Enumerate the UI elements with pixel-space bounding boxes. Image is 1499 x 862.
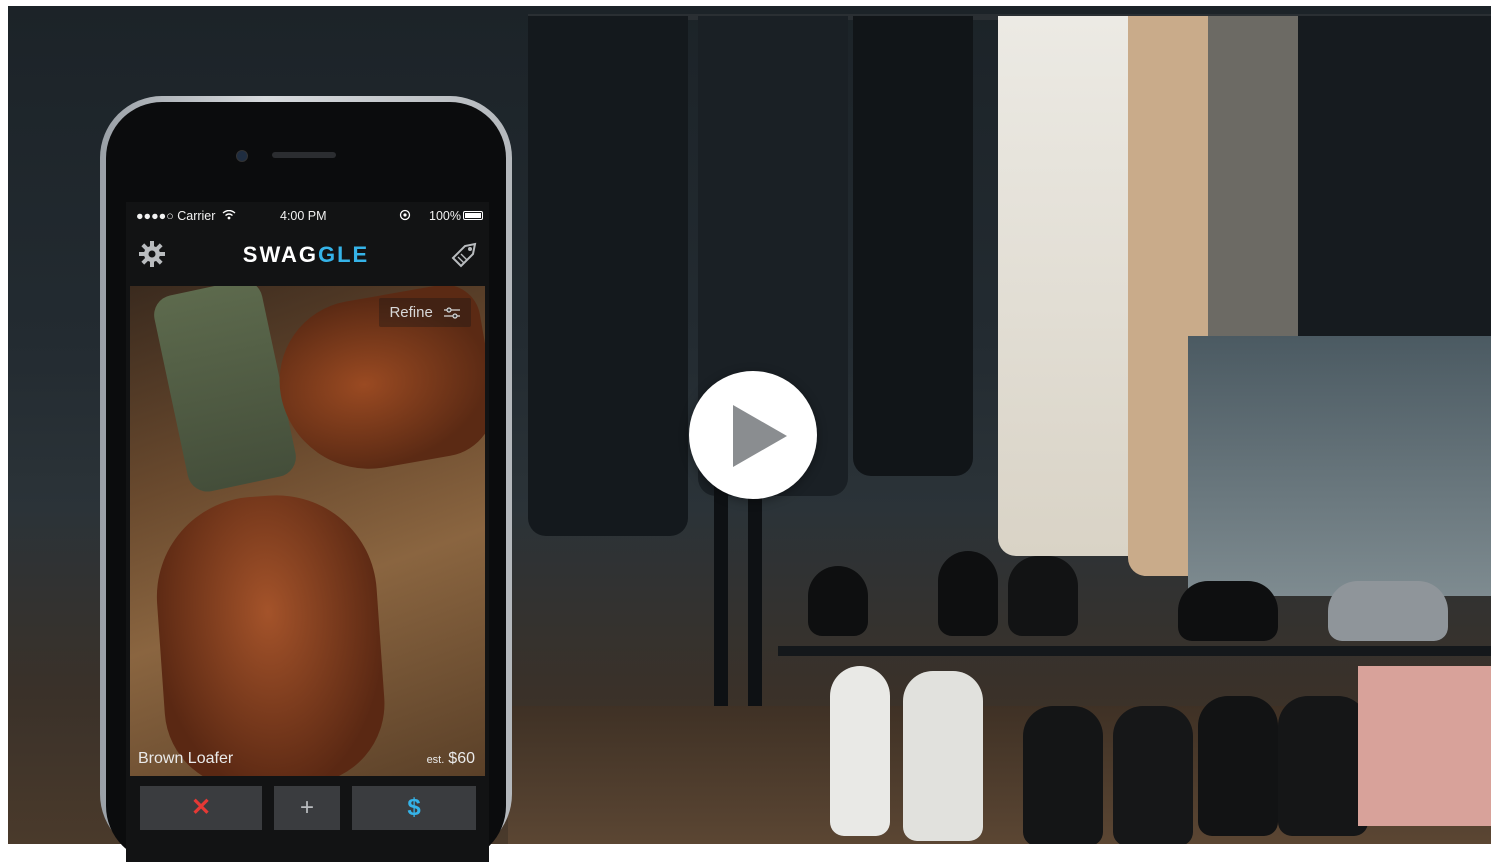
rotation-lock-icon <box>399 209 411 221</box>
action-bar: ✕ + $ <box>140 786 476 830</box>
price-value: $60 <box>448 750 475 767</box>
shoe-black-4 <box>1178 581 1278 641</box>
product-photo[interactable]: Refine Brown Loafer est. $60 <box>130 286 485 776</box>
status-time: 4:00 PM <box>280 209 327 223</box>
wifi-icon <box>222 210 236 220</box>
play-video-button[interactable] <box>689 371 817 499</box>
shoe-black-2 <box>938 551 998 636</box>
refine-label: Refine <box>389 304 433 321</box>
shoe-grey <box>1328 581 1448 641</box>
phone-bezel: ●●●●○ Carrier 4:00 PM 100% SWAGGLE Refin… <box>106 102 506 862</box>
price-prefix: est. <box>426 754 445 766</box>
photo-loafer-front <box>150 488 390 776</box>
sneaker-white-1 <box>830 666 890 836</box>
earpiece-speaker <box>272 152 336 158</box>
status-carrier: ●●●●○ Carrier <box>136 209 216 223</box>
closet-wall <box>1188 336 1491 596</box>
garment-dark-1 <box>528 16 688 536</box>
phone-mockup: ●●●●○ Carrier 4:00 PM 100% SWAGGLE Refin… <box>100 96 512 862</box>
sneaker-black-3 <box>1198 696 1278 836</box>
garment-dark-4 <box>1298 16 1491 386</box>
status-bar: ●●●●○ Carrier 4:00 PM 100% <box>126 202 489 228</box>
front-camera <box>236 150 248 162</box>
sliders-icon <box>444 307 460 319</box>
sneaker-black-2 <box>1113 706 1193 844</box>
add-button[interactable]: + <box>274 786 340 830</box>
shoe-black-1 <box>808 566 868 636</box>
gear-icon[interactable] <box>138 240 166 268</box>
play-icon <box>733 405 787 467</box>
buy-button[interactable]: $ <box>352 786 476 830</box>
refine-button[interactable]: Refine <box>379 298 471 327</box>
shoe-shelf <box>778 646 1491 656</box>
product-price: est. $60 <box>427 750 475 768</box>
pink-shoebox <box>1358 666 1491 826</box>
app-screen: ●●●●○ Carrier 4:00 PM 100% SWAGGLE Refin… <box>126 202 489 862</box>
battery-icon <box>463 211 483 220</box>
product-name: Brown Loafer <box>138 750 234 767</box>
sneaker-black-4 <box>1278 696 1368 836</box>
photo-sock <box>150 286 300 496</box>
app-navbar: SWAGGLE <box>126 230 489 278</box>
logo-main: SWAG <box>242 242 318 267</box>
app-logo: SWAGGLE <box>236 242 376 268</box>
sneaker-white-2 <box>903 671 983 841</box>
sneaker-black-1 <box>1023 706 1103 844</box>
logo-accent: GLE <box>318 242 370 267</box>
status-battery-percent: 100% <box>429 209 461 223</box>
garment-dark-3 <box>853 16 973 476</box>
reject-button[interactable]: ✕ <box>140 786 262 830</box>
price-tag-icon[interactable] <box>449 240 479 268</box>
shoe-black-3 <box>1008 556 1078 636</box>
